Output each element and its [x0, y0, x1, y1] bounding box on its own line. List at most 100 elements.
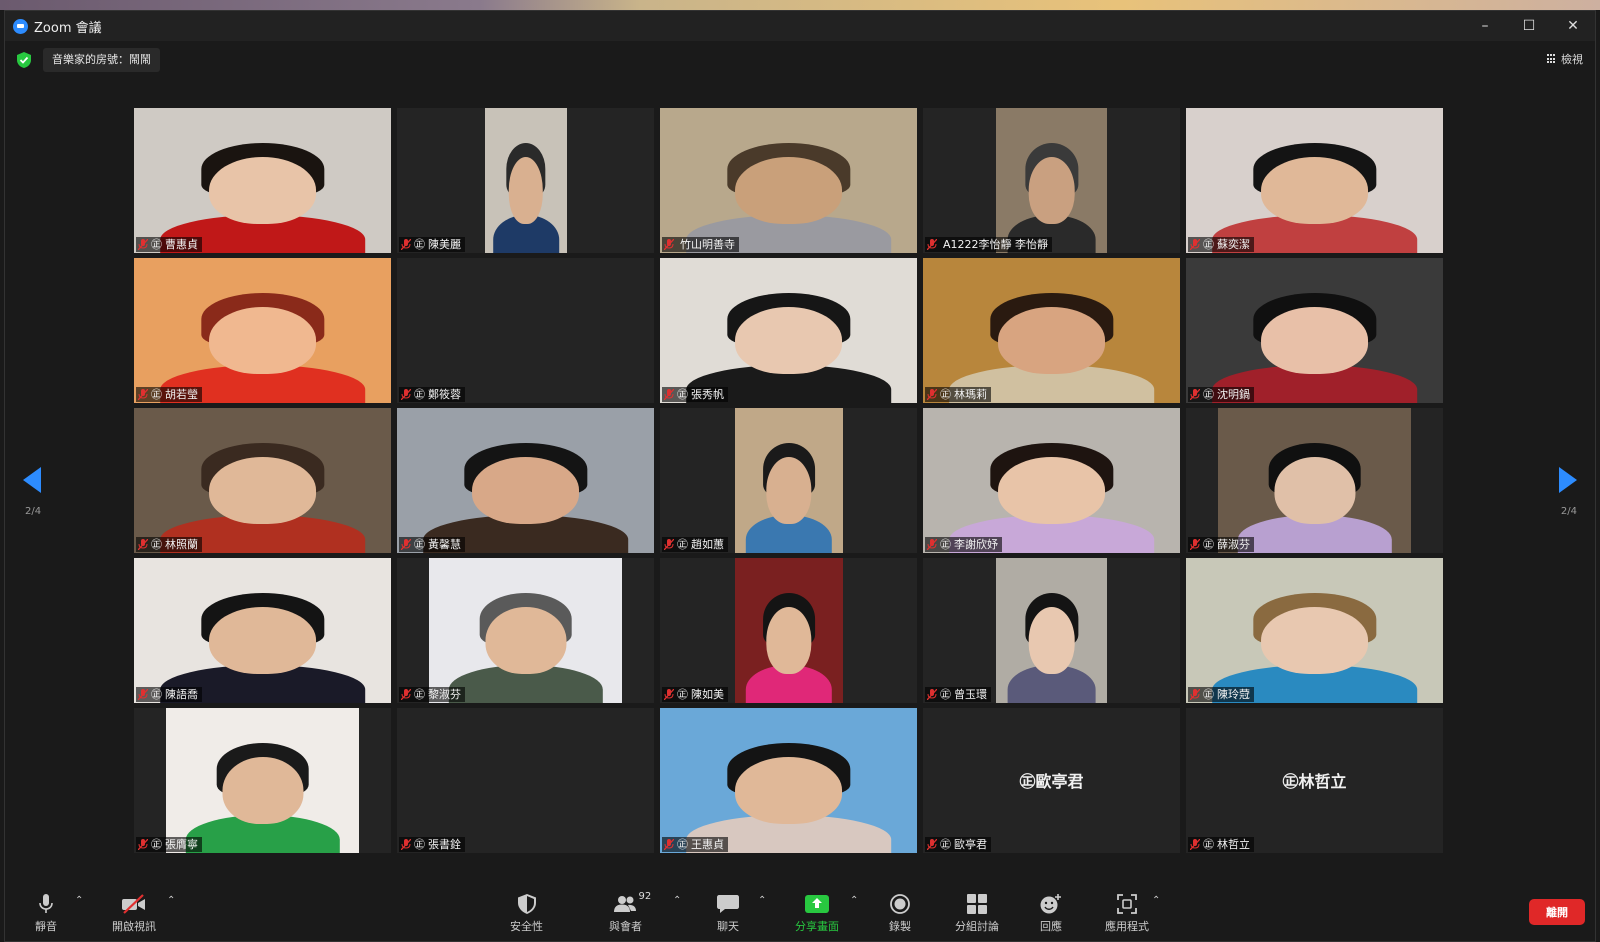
share-options-caret-icon[interactable]: ⌃	[850, 895, 858, 906]
security-button[interactable]: 安全性	[510, 893, 543, 934]
muted-mic-icon	[1190, 689, 1200, 700]
participant-tile[interactable]: ㊣曾玉環	[923, 558, 1180, 703]
participant-tile[interactable]: ㊣陳玲蒄	[1186, 558, 1443, 703]
participant-tile[interactable]: ㊣胡若瑩	[134, 258, 391, 403]
participants-icon	[613, 896, 636, 912]
participant-face	[1273, 457, 1356, 524]
participant-tile[interactable]: ㊣王惠貞	[660, 708, 917, 853]
participant-name-label: ㊣蘇奕潔	[1188, 237, 1254, 252]
participant-tile[interactable]: ㊣趙如蕙	[660, 408, 917, 553]
participant-name-label: ㊣張書銓	[399, 837, 465, 852]
muted-mic-icon	[138, 389, 148, 400]
participant-tile[interactable]: ㊣陳美麗	[397, 108, 654, 253]
participant-name: 趙如蕙	[691, 538, 724, 551]
participant-video	[996, 108, 1107, 253]
participant-face	[221, 757, 304, 824]
participant-tile[interactable]: ㊣林照蘭	[134, 408, 391, 553]
participant-badge: ㊣	[414, 388, 425, 401]
video-options-caret-icon[interactable]: ⌃	[167, 895, 175, 906]
participant-badge: ㊣	[151, 538, 162, 551]
apps-icon	[1117, 894, 1137, 914]
participant-tile[interactable]: ㊣黎淑芬	[397, 558, 654, 703]
participant-badge: ㊣	[677, 688, 688, 701]
window-controls: – ☐ ✕	[1463, 11, 1595, 41]
close-button[interactable]: ✕	[1551, 11, 1595, 41]
participant-badge: ㊣	[940, 538, 951, 551]
participant-face	[734, 757, 843, 824]
muted-mic-icon	[401, 839, 411, 850]
participant-video	[485, 108, 567, 253]
shield-check-icon[interactable]	[17, 52, 31, 68]
participant-name: A1222李怡靜 李怡靜	[943, 238, 1049, 251]
participant-name-label: ㊣李謝欣妤	[925, 537, 1002, 552]
participant-tile[interactable]: ㊣黃馨慧	[397, 408, 654, 553]
participant-badge: ㊣	[151, 238, 162, 251]
muted-mic-icon	[138, 539, 148, 550]
participant-tile[interactable]: A1222李怡靜 李怡靜	[923, 108, 1180, 253]
record-button[interactable]: 錄製	[889, 893, 911, 934]
participant-tile[interactable]: ㊣薛淑芬	[1186, 408, 1443, 553]
muted-mic-icon	[927, 839, 937, 850]
participant-face	[208, 607, 317, 674]
participant-video	[735, 408, 843, 553]
muted-mic-icon	[401, 389, 411, 400]
participants-button[interactable]: 92 與會者	[609, 891, 651, 934]
meeting-topbar: 音樂家的房號：鬧鬧 檢視	[5, 41, 1595, 79]
participant-name: 陳如美	[691, 688, 724, 701]
mute-button[interactable]: 靜音	[35, 893, 57, 934]
reactions-button[interactable]: 回應	[1040, 893, 1062, 934]
breakout-rooms-button[interactable]: 分組討論	[955, 893, 999, 934]
participant-tile[interactable]: ㊣林哲立㊣林哲立	[1186, 708, 1443, 853]
chat-label: 聊天	[717, 920, 739, 933]
participant-tile[interactable]: ㊣蘇奕潔	[1186, 108, 1443, 253]
participant-video	[1186, 108, 1443, 253]
participant-name-label: ㊣林瑪莉	[925, 387, 991, 402]
previous-page-arrow-icon[interactable]	[23, 467, 41, 493]
participant-badge: ㊣	[1203, 838, 1214, 851]
participant-tile[interactable]: ㊣陳如美	[660, 558, 917, 703]
muted-mic-icon	[927, 539, 937, 550]
next-page-arrow-icon[interactable]	[1559, 467, 1577, 493]
participant-name: 林照蘭	[165, 538, 198, 551]
share-screen-button[interactable]: 分享畫面	[795, 893, 839, 934]
maximize-button[interactable]: ☐	[1507, 11, 1551, 41]
participant-tile[interactable]: ㊣鄭筱蓉	[397, 258, 654, 403]
participant-video	[134, 408, 391, 553]
start-video-button[interactable]: 開啟視訊	[112, 893, 156, 934]
participant-name-label: ㊣黃馨慧	[399, 537, 465, 552]
view-button[interactable]: 檢視	[1547, 51, 1583, 67]
participant-tile[interactable]: ㊣張膺寧	[134, 708, 391, 853]
participant-badge: ㊣	[677, 388, 688, 401]
participant-video	[660, 108, 917, 253]
participant-tile[interactable]: ㊣林瑪莉	[923, 258, 1180, 403]
meeting-info-badge[interactable]: 音樂家的房號：鬧鬧	[43, 48, 160, 72]
meeting-toolbar: 靜音 ⌃ 開啟視訊 ⌃ 安全性 92 與會者 ⌃ 聊天 ⌃ 分享畫面 ⌃ 錄製 …	[5, 883, 1595, 941]
participant-tile[interactable]: ㊣歐亭君㊣歐亭君	[923, 708, 1180, 853]
participant-tile[interactable]: ㊣李謝欣妤	[923, 408, 1180, 553]
participant-tile[interactable]: ㊣陳語喬	[134, 558, 391, 703]
participant-name-label: ㊣沈明鍋	[1188, 387, 1254, 402]
participant-tile[interactable]: ㊣曹惠貞	[134, 108, 391, 253]
apps-button[interactable]: 應用程式	[1105, 893, 1149, 934]
participant-name-label: ㊣黎淑芬	[399, 687, 465, 702]
chat-options-caret-icon[interactable]: ⌃	[758, 895, 766, 906]
muted-mic-icon	[664, 389, 674, 400]
leave-button[interactable]: 離開	[1529, 899, 1585, 925]
reactions-label: 回應	[1040, 920, 1062, 933]
minimize-button[interactable]: –	[1463, 11, 1507, 41]
participant-name-label: ㊣胡若瑩	[136, 387, 202, 402]
participants-options-caret-icon[interactable]: ⌃	[673, 895, 681, 906]
muted-mic-icon	[664, 239, 674, 250]
chat-button[interactable]: 聊天	[717, 893, 739, 934]
apps-options-caret-icon[interactable]: ⌃	[1152, 895, 1160, 906]
participant-name: 曾玉環	[954, 688, 987, 701]
participant-tile[interactable]: ㊣張書銓	[397, 708, 654, 853]
participant-tile[interactable]: ㊣沈明鍋	[1186, 258, 1443, 403]
audio-options-caret-icon[interactable]: ⌃	[75, 895, 83, 906]
participant-badge: ㊣	[151, 388, 162, 401]
participant-tile[interactable]: 竹山明善寺	[660, 108, 917, 253]
participant-name: 王惠貞	[691, 838, 724, 851]
mute-label: 靜音	[35, 920, 57, 933]
participant-name: 歐亭君	[954, 838, 987, 851]
participant-tile[interactable]: ㊣張秀帆	[660, 258, 917, 403]
